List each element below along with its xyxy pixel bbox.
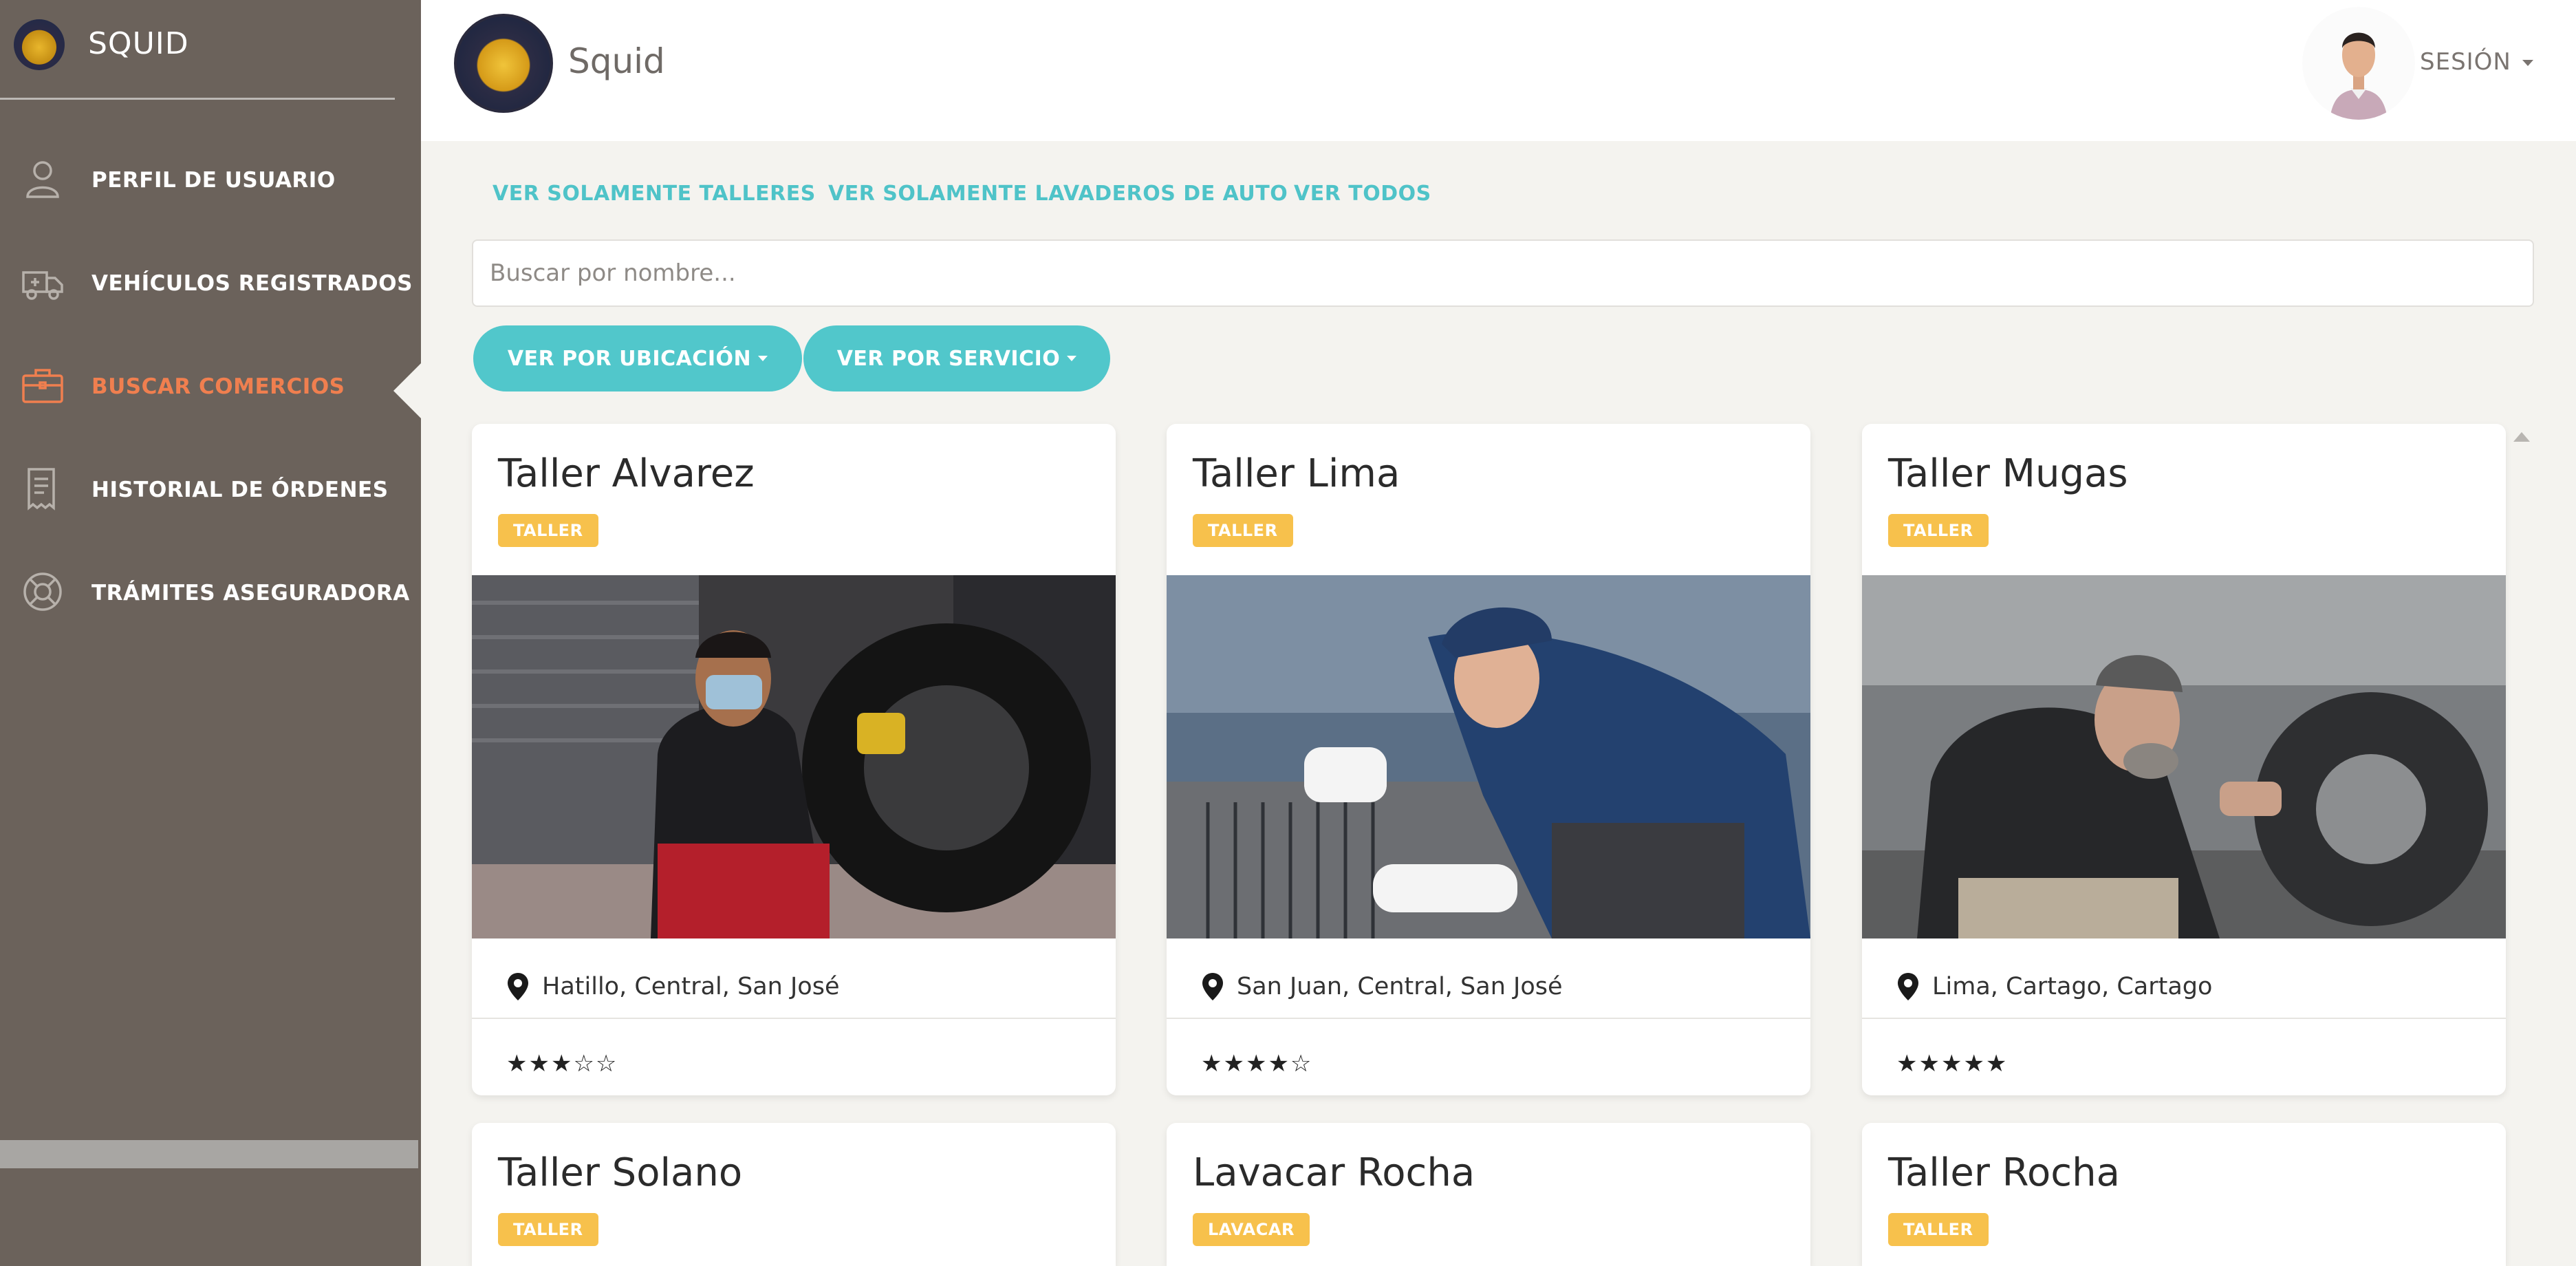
sidebar-item-tramites[interactable]: TRÁMITES ASEGURADORA [0,555,421,623]
business-card[interactable]: Lavacar Rocha LAVACAR [1167,1123,1810,1266]
squid-logo[interactable] [454,14,553,113]
business-name: Taller Alvarez [498,451,755,496]
location-text: Hatillo, Central, San José [542,973,840,1000]
card-divider [472,1018,1116,1019]
business-name: Taller Lima [1193,451,1400,496]
sidebar-item-label: BUSCAR COMERCIOS [91,374,345,399]
card-divider [1167,1018,1810,1019]
chevron-down-icon [758,356,768,361]
business-card[interactable]: Taller Solano TALLER [472,1123,1116,1266]
business-type-badge: TALLER [498,1213,598,1246]
filter-talleres-link[interactable]: VER SOLAMENTE TALLERES [493,182,816,206]
app-title: Squid [568,41,665,81]
top-navbar: Squid SESIÓN [421,0,2576,141]
business-type-badge: TALLER [498,514,598,547]
star-rating: ★★★☆☆ [506,1050,618,1077]
star-rating: ★★★★★ [1896,1050,2009,1077]
map-pin-icon [508,973,528,1000]
active-item-caret [393,363,421,418]
filter-lavaderos-link[interactable]: VER SOLAMENTE LAVADEROS DE AUTO [828,182,1288,206]
map-pin-icon [1898,973,1918,1000]
chevron-down-icon [2522,60,2533,66]
receipt-icon [28,468,55,511]
chevron-down-icon [1067,356,1077,361]
location-filter-button[interactable]: VER POR UBICACIÓN [473,325,802,391]
business-card[interactable]: Taller Rocha TALLER [1862,1123,2506,1266]
business-name: Taller Solano [498,1150,743,1195]
business-name: Taller Mugas [1888,451,2128,496]
search-input[interactable] [472,239,2534,307]
business-type-badge: TALLER [1888,1213,1989,1246]
card-divider [1862,1018,2506,1019]
squid-logo [14,19,65,70]
sidebar-item-perfil[interactable]: PERFIL DE USUARIO [0,142,421,211]
business-card[interactable]: Taller Lima TALLER San Juan, Central, Sa… [1167,424,1810,1095]
sidebar-item-label: TRÁMITES ASEGURADORA [91,581,410,605]
service-filter-button[interactable]: VER POR SERVICIO [803,325,1110,391]
business-type-badge: TALLER [1193,514,1293,547]
sidebar-brand[interactable]: SQUID [0,0,395,100]
sidebar: SQUID PERFIL DE USUARIO VEHÍCULOS REGIST… [0,0,421,1266]
session-label: SESIÓN [2420,48,2511,76]
star-rating: ★★★★☆ [1201,1050,1313,1077]
location-filter-label: VER POR UBICACIÓN [507,346,752,371]
lifebuoy-icon [23,572,62,611]
sidebar-item-label: VEHÍCULOS REGISTRADOS [91,271,413,296]
business-type-badge: TALLER [1888,514,1989,547]
location-text: San Juan, Central, San José [1237,973,1563,1000]
service-filter-label: VER POR SERVICIO [836,346,1061,371]
business-photo [472,575,1116,938]
ambulance-icon [22,271,63,300]
briefcase-icon [22,369,63,403]
business-name: Taller Rocha [1888,1150,2120,1195]
map-pin-icon [1202,973,1223,1000]
business-location: San Juan, Central, San José [1201,972,1563,1002]
sidebar-item-label: HISTORIAL DE ÓRDENES [91,478,389,502]
business-card[interactable]: Taller Alvarez TALLER Hatillo, Central, … [472,424,1116,1095]
session-menu[interactable]: SESIÓN [2420,48,2533,76]
business-photo [1167,575,1810,938]
user-photo-icon [2302,7,2415,120]
avatar[interactable] [2302,7,2415,120]
scroll-up-icon[interactable] [2513,432,2530,442]
business-location: Lima, Cartago, Cartago [1896,972,2212,1002]
filter-todos-link[interactable]: VER TODOS [1294,182,1431,206]
user-icon [26,161,59,198]
sidebar-item-historial[interactable]: HISTORIAL DE ÓRDENES [0,451,421,520]
sidebar-item-vehiculos[interactable]: VEHÍCULOS REGISTRADOS [0,245,421,314]
business-name: Lavacar Rocha [1193,1150,1475,1195]
business-photo [1862,575,2506,938]
sidebar-item-buscar-comercios[interactable]: BUSCAR COMERCIOS [0,348,421,417]
brand-name: SQUID [88,26,189,61]
location-text: Lima, Cartago, Cartago [1932,973,2213,1000]
sidebar-scrollbar[interactable] [0,1140,418,1168]
business-type-badge: LAVACAR [1193,1213,1310,1246]
sidebar-item-label: PERFIL DE USUARIO [91,168,336,193]
business-location: Hatillo, Central, San José [506,972,840,1002]
business-card[interactable]: Taller Mugas TALLER Lima, Cartago, Carta… [1862,424,2506,1095]
